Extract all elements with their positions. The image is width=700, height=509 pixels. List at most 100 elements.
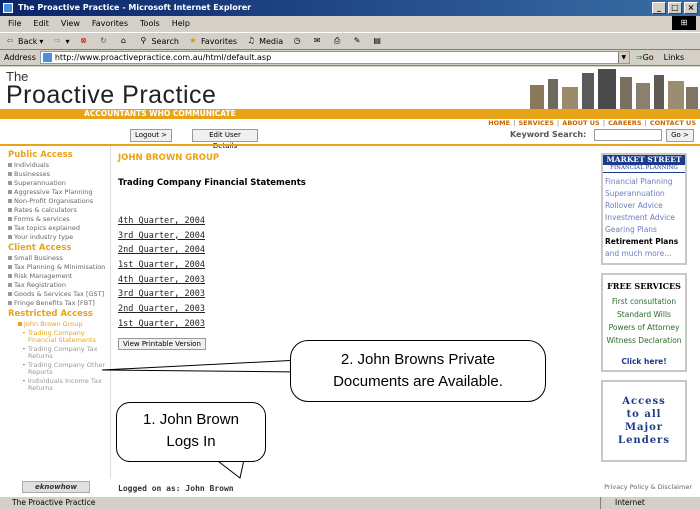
click-here-link[interactable]: Click here! — [603, 357, 685, 370]
nav-item[interactable]: Tax Registration — [8, 282, 110, 289]
menu-file[interactable]: File — [8, 16, 21, 31]
site-footer: eknowhow Logged on as: John Brown Privac… — [0, 479, 700, 496]
access-line: Lenders — [618, 435, 670, 446]
quarter-link[interactable]: 1st Quarter, 2003 — [118, 317, 588, 332]
address-url: http://www.proactivepractice.com.au/html… — [54, 53, 272, 62]
quarter-link[interactable]: 2nd Quarter, 2003 — [118, 302, 588, 317]
browser-toolbar: ⇦ Back ▾ ⇨ ▾ ⊗ ↻ ⌂ ⚲ Search ★ Favorites ♫ Med… — [0, 32, 700, 50]
menu-edit[interactable]: Edit — [33, 16, 49, 31]
print-icon[interactable]: ⎙ — [331, 35, 343, 47]
mail-icon[interactable]: ✉ — [311, 35, 323, 47]
privacy-link[interactable]: Privacy Policy & Disclaimer — [604, 483, 692, 491]
restricted-user-item[interactable]: John Brown Group — [8, 321, 110, 328]
history-icon[interactable]: ◷ — [291, 35, 303, 47]
user-toolbar: Logout > Edit User Details Keyword Searc… — [0, 128, 700, 150]
favorites-button[interactable]: ★ Favorites — [187, 35, 237, 47]
market-street-heading: MARKET STREET — [603, 155, 685, 165]
nav-item[interactable]: Small Business — [8, 255, 110, 262]
go-button[interactable]: ⇒Go — [636, 53, 654, 62]
close-button[interactable]: × — [684, 2, 698, 14]
menu-view[interactable]: View — [61, 16, 80, 31]
market-street-ad[interactable]: MARKET STREET FINANCIAL PLANNING Financi… — [601, 153, 687, 265]
nav-item[interactable]: Your industry type — [8, 234, 110, 241]
restricted-subitem[interactable]: • Individuals Income Tax Returns — [8, 378, 110, 392]
nav-item[interactable]: Tax topics explained — [8, 225, 110, 232]
search-button[interactable]: ⚲ Search — [137, 35, 179, 47]
eknowhow-badge[interactable]: eknowhow — [22, 481, 90, 493]
discuss-icon[interactable]: ▤ — [371, 35, 383, 47]
restricted-subitem[interactable]: • Trading Company Other Reports — [8, 362, 110, 376]
address-label: Address — [4, 53, 36, 62]
quarter-link[interactable]: 1st Quarter, 2004 — [118, 258, 588, 273]
access-line: Major — [624, 422, 664, 433]
document-title: Trading Company Financial Statements — [118, 178, 306, 188]
go-arrow-icon: ⇒ — [635, 53, 643, 62]
minimize-button[interactable]: _ — [652, 2, 666, 14]
column-divider — [110, 146, 111, 479]
status-text: The Proactive Practice — [12, 498, 96, 507]
site-logo[interactable]: Proactive Practice — [6, 81, 216, 110]
stop-icon[interactable]: ⊗ — [77, 35, 89, 47]
back-button[interactable]: ⇦ Back ▾ — [4, 35, 44, 47]
refresh-icon[interactable]: ↻ — [97, 35, 109, 47]
maximize-button[interactable]: □ — [668, 2, 682, 14]
home-icon[interactable]: ⌂ — [117, 35, 129, 47]
address-input[interactable]: http://www.proactivepractice.com.au/html… — [39, 51, 630, 64]
view-printable-button[interactable]: View Printable Version — [118, 337, 206, 350]
nav-item[interactable]: Goods & Services Tax [GST] — [8, 291, 110, 298]
menu-help[interactable]: Help — [172, 16, 190, 31]
nav-services[interactable]: SERVICES — [518, 119, 553, 128]
menu-tools[interactable]: Tools — [140, 16, 160, 31]
nav-item[interactable]: Fringe Benefits Tax [FBT] — [8, 300, 110, 307]
nav-careers[interactable]: CAREERS — [608, 119, 641, 128]
links-button[interactable]: Links — [664, 53, 685, 62]
nav-item[interactable]: Risk Management — [8, 273, 110, 280]
nav-about-us[interactable]: ABOUT US — [562, 119, 599, 128]
nav-item[interactable]: Tax Planning & Minimisation — [8, 264, 110, 271]
window-titlebar: The Proactive Practice - Microsoft Inter… — [0, 0, 700, 16]
menu-favorites[interactable]: Favorites — [92, 16, 128, 31]
forward-button[interactable]: ⇨ ▾ — [51, 35, 69, 47]
nav-item[interactable]: Forms & services — [8, 216, 110, 223]
nav-contact-us[interactable]: CONTACT US — [650, 119, 696, 128]
restricted-subitem[interactable]: • Trading Company Financial Statements — [8, 330, 110, 344]
edit-icon[interactable]: ✎ — [351, 35, 363, 47]
fs-item: Standard Wills — [617, 310, 671, 319]
window-title: The Proactive Practice - Microsoft Inter… — [18, 3, 252, 12]
keyword-search-input[interactable] — [594, 129, 662, 141]
fs-item: Witness Declaration — [606, 336, 682, 345]
nav-home[interactable]: HOME — [488, 119, 510, 128]
restricted-subitem[interactable]: • Trading Company Tax Returns — [8, 346, 110, 360]
quarter-link[interactable]: 4th Quarter, 2003 — [118, 273, 588, 288]
address-dropdown-icon[interactable]: ▼ — [617, 52, 629, 63]
ms-item: Investment Advice — [605, 213, 675, 222]
free-services-ad[interactable]: FREE SERVICES First consultation Standar… — [601, 273, 687, 372]
nav-item[interactable]: Businesses — [8, 171, 110, 178]
back-arrow-icon: ⇦ — [6, 36, 14, 45]
nav-item[interactable]: Individuals — [8, 162, 110, 169]
callout-john-logs-in: 1. John Brown Logs In — [116, 402, 266, 462]
ms-item: Gearing Plans — [605, 225, 657, 234]
quarter-link[interactable]: 4th Quarter, 2004 — [118, 214, 588, 229]
tagline: ACCOUNTANTS WHO COMMUNICATE — [84, 109, 236, 118]
quarter-link[interactable]: 3rd Quarter, 2003 — [118, 287, 588, 302]
web-page: The Proactive Practice ACCOUNTANTS WHO C… — [0, 67, 700, 496]
nav-item[interactable]: Rates & calculators — [8, 207, 110, 214]
logged-on-text: Logged on as: John Brown — [118, 484, 234, 493]
right-sidebar: MARKET STREET FINANCIAL PLANNING Financi… — [601, 153, 687, 470]
nav-item[interactable]: Aggressive Tax Planning — [8, 189, 110, 196]
nav-item[interactable]: Superannuation — [8, 180, 110, 187]
media-button[interactable]: ♫ Media — [245, 35, 283, 47]
market-street-subheading: FINANCIAL PLANNING — [603, 165, 685, 173]
tagline-bar: ACCOUNTANTS WHO COMMUNICATE — [0, 109, 700, 119]
edit-user-details-button[interactable]: Edit User Details — [192, 129, 258, 150]
access-lenders-ad[interactable]: Access to all Major Lenders — [601, 380, 687, 462]
search-go-button[interactable]: Go > — [666, 129, 694, 142]
main-content: JOHN BROWN GROUP Trading Company Financi… — [118, 149, 588, 350]
menu-bar: File Edit View Favorites Tools Help ⊞ — [0, 16, 700, 31]
quarter-link[interactable]: 2nd Quarter, 2004 — [118, 243, 588, 258]
access-line: Access — [622, 396, 666, 407]
logout-button[interactable]: Logout > — [130, 129, 172, 142]
nav-item[interactable]: Non-Profit Organisations — [8, 198, 110, 205]
quarter-link[interactable]: 3rd Quarter, 2004 — [118, 229, 588, 244]
